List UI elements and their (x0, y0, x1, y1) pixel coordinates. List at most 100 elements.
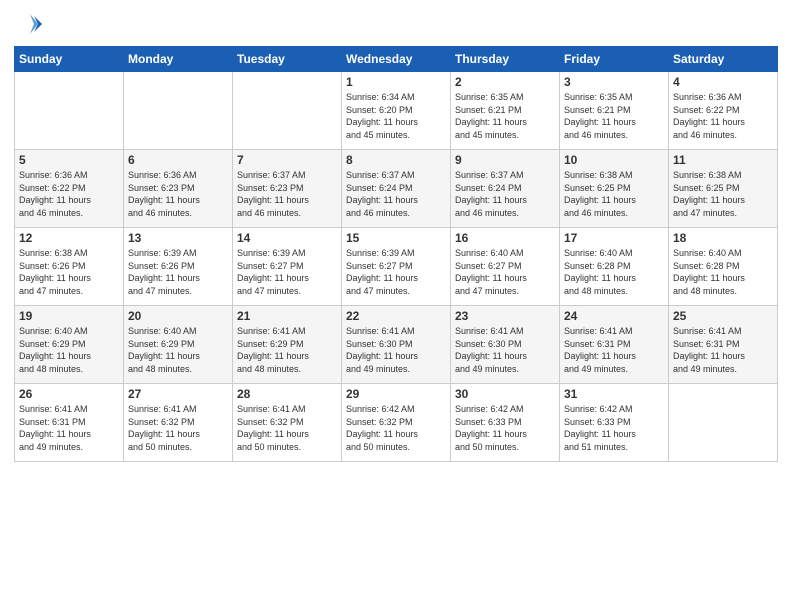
day-number: 31 (564, 387, 664, 401)
day-number: 21 (237, 309, 337, 323)
week-row-2: 12Sunrise: 6:38 AM Sunset: 6:26 PM Dayli… (15, 228, 778, 306)
day-info: Sunrise: 6:40 AM Sunset: 6:28 PM Dayligh… (673, 247, 773, 297)
day-info: Sunrise: 6:34 AM Sunset: 6:20 PM Dayligh… (346, 91, 446, 141)
day-cell (15, 72, 124, 150)
day-number: 6 (128, 153, 228, 167)
day-number: 5 (19, 153, 119, 167)
day-number: 23 (455, 309, 555, 323)
day-cell: 19 Sunrise: 6:40 AM Sunset: 6:29 PM Dayli… (15, 306, 124, 384)
day-cell: 11 Sunrise: 6:38 AM Sunset: 6:25 PM Dayli… (669, 150, 778, 228)
day-info: Sunrise: 6:37 AM Sunset: 6:24 PM Dayligh… (455, 169, 555, 219)
day-cell: 21 Sunrise: 6:41 AM Sunset: 6:29 PM Dayli… (233, 306, 342, 384)
day-cell: 23 Sunrise: 6:41 AM Sunset: 6:30 PM Dayli… (451, 306, 560, 384)
day-number: 13 (128, 231, 228, 245)
day-number: 14 (237, 231, 337, 245)
weekday-header-thursday: Thursday (451, 47, 560, 72)
weekday-header-saturday: Saturday (669, 47, 778, 72)
day-cell: 8 Sunrise: 6:37 AM Sunset: 6:24 PM Daylig… (342, 150, 451, 228)
day-info: Sunrise: 6:38 AM Sunset: 6:25 PM Dayligh… (673, 169, 773, 219)
day-number: 11 (673, 153, 773, 167)
day-info: Sunrise: 6:41 AM Sunset: 6:32 PM Dayligh… (128, 403, 228, 453)
weekday-header-row: SundayMondayTuesdayWednesdayThursdayFrid… (15, 47, 778, 72)
day-cell: 1 Sunrise: 6:34 AM Sunset: 6:20 PM Daylig… (342, 72, 451, 150)
day-number: 20 (128, 309, 228, 323)
day-number: 9 (455, 153, 555, 167)
day-cell (233, 72, 342, 150)
week-row-0: 1 Sunrise: 6:34 AM Sunset: 6:20 PM Daylig… (15, 72, 778, 150)
day-number: 15 (346, 231, 446, 245)
day-cell: 14 Sunrise: 6:39 AM Sunset: 6:27 PM Dayli… (233, 228, 342, 306)
day-cell: 12Sunrise: 6:38 AM Sunset: 6:26 PM Dayli… (15, 228, 124, 306)
day-cell: 17 Sunrise: 6:40 AM Sunset: 6:28 PM Dayli… (560, 228, 669, 306)
day-cell: 3Sunrise: 6:35 AM Sunset: 6:21 PM Daylig… (560, 72, 669, 150)
day-cell: 9 Sunrise: 6:37 AM Sunset: 6:24 PM Daylig… (451, 150, 560, 228)
day-info: Sunrise: 6:42 AM Sunset: 6:33 PM Dayligh… (564, 403, 664, 453)
day-number: 12 (19, 231, 119, 245)
day-number: 30 (455, 387, 555, 401)
day-info: Sunrise: 6:40 AM Sunset: 6:28 PM Dayligh… (564, 247, 664, 297)
day-number: 17 (564, 231, 664, 245)
day-cell: 25 Sunrise: 6:41 AM Sunset: 6:31 PM Dayli… (669, 306, 778, 384)
page: SundayMondayTuesdayWednesdayThursdayFrid… (0, 0, 792, 612)
day-cell: 2 Sunrise: 6:35 AM Sunset: 6:21 PM Daylig… (451, 72, 560, 150)
day-number: 3 (564, 75, 664, 89)
day-cell: 28 Sunrise: 6:41 AM Sunset: 6:32 PM Dayli… (233, 384, 342, 462)
header (14, 10, 778, 38)
day-number: 10 (564, 153, 664, 167)
day-info: Sunrise: 6:41 AM Sunset: 6:30 PM Dayligh… (346, 325, 446, 375)
day-cell: 13 Sunrise: 6:39 AM Sunset: 6:26 PM Dayli… (124, 228, 233, 306)
day-cell: 15Sunrise: 6:39 AM Sunset: 6:27 PM Dayli… (342, 228, 451, 306)
weekday-header-sunday: Sunday (15, 47, 124, 72)
day-number: 7 (237, 153, 337, 167)
day-number: 4 (673, 75, 773, 89)
day-info: Sunrise: 6:36 AM Sunset: 6:22 PM Dayligh… (19, 169, 119, 219)
calendar: SundayMondayTuesdayWednesdayThursdayFrid… (14, 46, 778, 462)
logo (14, 10, 44, 38)
day-info: Sunrise: 6:37 AM Sunset: 6:24 PM Dayligh… (346, 169, 446, 219)
day-number: 1 (346, 75, 446, 89)
day-number: 26 (19, 387, 119, 401)
day-number: 19 (19, 309, 119, 323)
day-number: 2 (455, 75, 555, 89)
day-number: 18 (673, 231, 773, 245)
week-row-3: 19 Sunrise: 6:40 AM Sunset: 6:29 PM Dayli… (15, 306, 778, 384)
day-info: Sunrise: 6:36 AM Sunset: 6:22 PM Dayligh… (673, 91, 773, 141)
day-number: 22 (346, 309, 446, 323)
day-info: Sunrise: 6:39 AM Sunset: 6:27 PM Dayligh… (237, 247, 337, 297)
day-info: Sunrise: 6:41 AM Sunset: 6:31 PM Dayligh… (19, 403, 119, 453)
day-number: 29 (346, 387, 446, 401)
day-cell: 4 Sunrise: 6:36 AM Sunset: 6:22 PM Daylig… (669, 72, 778, 150)
day-number: 16 (455, 231, 555, 245)
logo-icon (14, 10, 42, 38)
weekday-header-friday: Friday (560, 47, 669, 72)
day-cell: 22 Sunrise: 6:41 AM Sunset: 6:30 PM Dayli… (342, 306, 451, 384)
day-info: Sunrise: 6:42 AM Sunset: 6:33 PM Dayligh… (455, 403, 555, 453)
day-cell: 16 Sunrise: 6:40 AM Sunset: 6:27 PM Dayli… (451, 228, 560, 306)
day-cell (124, 72, 233, 150)
day-cell: 27 Sunrise: 6:41 AM Sunset: 6:32 PM Dayli… (124, 384, 233, 462)
day-cell: 31 Sunrise: 6:42 AM Sunset: 6:33 PM Dayli… (560, 384, 669, 462)
day-info: Sunrise: 6:40 AM Sunset: 6:27 PM Dayligh… (455, 247, 555, 297)
day-info: Sunrise: 6:41 AM Sunset: 6:31 PM Dayligh… (673, 325, 773, 375)
day-cell: 6Sunrise: 6:36 AM Sunset: 6:23 PM Daylig… (124, 150, 233, 228)
weekday-header-tuesday: Tuesday (233, 47, 342, 72)
day-number: 25 (673, 309, 773, 323)
day-number: 27 (128, 387, 228, 401)
day-info: Sunrise: 6:35 AM Sunset: 6:21 PM Dayligh… (455, 91, 555, 141)
day-cell: 20Sunrise: 6:40 AM Sunset: 6:29 PM Dayli… (124, 306, 233, 384)
day-cell: 5 Sunrise: 6:36 AM Sunset: 6:22 PM Daylig… (15, 150, 124, 228)
day-cell: 10 Sunrise: 6:38 AM Sunset: 6:25 PM Dayli… (560, 150, 669, 228)
day-number: 28 (237, 387, 337, 401)
day-info: Sunrise: 6:38 AM Sunset: 6:25 PM Dayligh… (564, 169, 664, 219)
day-cell: 30 Sunrise: 6:42 AM Sunset: 6:33 PM Dayli… (451, 384, 560, 462)
day-cell: 18 Sunrise: 6:40 AM Sunset: 6:28 PM Dayli… (669, 228, 778, 306)
week-row-4: 26 Sunrise: 6:41 AM Sunset: 6:31 PM Dayli… (15, 384, 778, 462)
day-info: Sunrise: 6:39 AM Sunset: 6:26 PM Dayligh… (128, 247, 228, 297)
day-info: Sunrise: 6:41 AM Sunset: 6:29 PM Dayligh… (237, 325, 337, 375)
day-info: Sunrise: 6:41 AM Sunset: 6:30 PM Dayligh… (455, 325, 555, 375)
day-info: Sunrise: 6:42 AM Sunset: 6:32 PM Dayligh… (346, 403, 446, 453)
day-info: Sunrise: 6:40 AM Sunset: 6:29 PM Dayligh… (19, 325, 119, 375)
day-info: Sunrise: 6:41 AM Sunset: 6:32 PM Dayligh… (237, 403, 337, 453)
day-cell: 7Sunrise: 6:37 AM Sunset: 6:23 PM Daylig… (233, 150, 342, 228)
day-number: 8 (346, 153, 446, 167)
